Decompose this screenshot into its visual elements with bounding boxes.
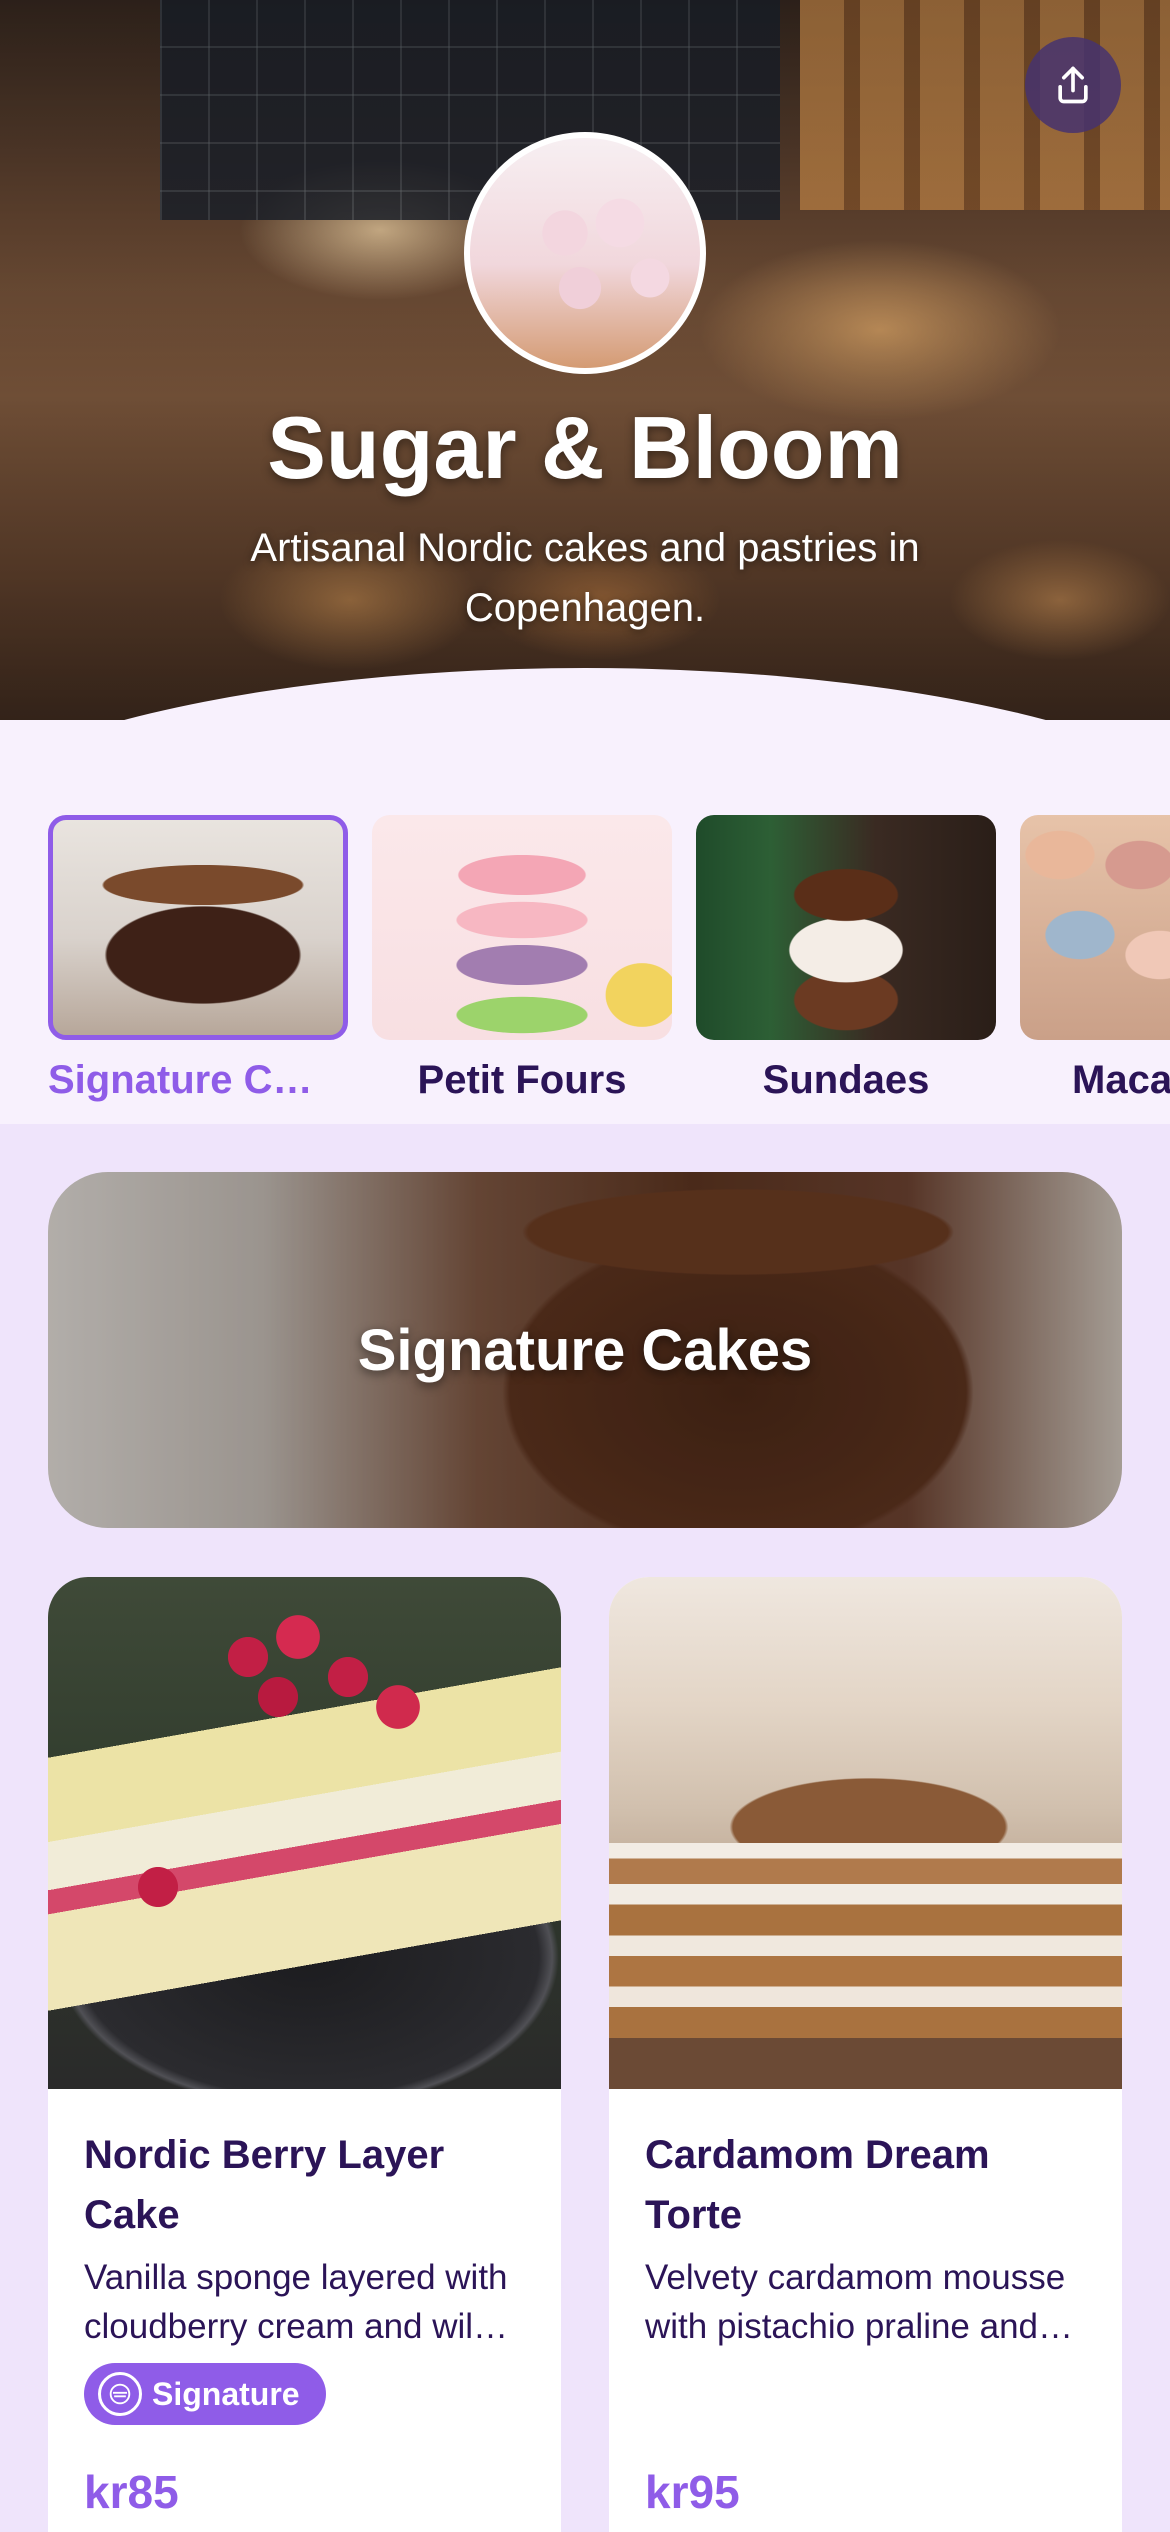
category-item-signature-cakes[interactable]: Signature C… — [48, 815, 348, 1103]
product-card[interactable]: Cardamom Dream Torte Velvety cardamom mo… — [609, 1577, 1122, 2532]
product-image — [609, 1577, 1122, 2089]
product-price: kr95 — [645, 2466, 740, 2518]
category-thumbnail — [696, 815, 996, 1040]
category-thumbnail — [48, 815, 348, 1040]
badge-label: Signature — [152, 2375, 300, 2412]
product-grid: Nordic Berry Layer Cake Vanilla sponge l… — [48, 1577, 1122, 2532]
store-name: Sugar & Bloom — [267, 398, 903, 497]
category-thumbnail — [1020, 815, 1170, 1040]
category-label: Maca — [1072, 1058, 1170, 1102]
product-name: Nordic Berry Layer Cake — [84, 2133, 445, 2237]
share-button[interactable] — [1025, 37, 1121, 133]
category-item-macarons[interactable]: Maca — [1020, 815, 1170, 1103]
category-list: Signature C… Petit Fours Sundaes Maca — [48, 815, 1170, 1103]
store-avatar — [464, 132, 706, 374]
store-tagline: Artisanal Nordic cakes and pastries in C… — [250, 526, 920, 630]
category-item-sundaes[interactable]: Sundaes — [696, 815, 996, 1103]
product-description: Vanilla sponge layered with cloudberry c… — [84, 2258, 509, 2346]
section-banner: Signature Cakes — [48, 1172, 1122, 1528]
product-price: kr85 — [84, 2466, 179, 2518]
product-name: Cardamom Dream Torte — [645, 2133, 990, 2237]
category-label: Sundaes — [762, 1058, 930, 1102]
signature-badge: Signature — [84, 2363, 326, 2425]
product-image — [48, 1577, 561, 2089]
product-description: Velvety cardamom mousse with pistachio p… — [645, 2258, 1074, 2346]
section-title: Signature Cakes — [357, 1317, 813, 1383]
product-card[interactable]: Nordic Berry Layer Cake Vanilla sponge l… — [48, 1577, 561, 2532]
seal-icon — [98, 2372, 142, 2416]
category-item-petit-fours[interactable]: Petit Fours — [372, 815, 672, 1103]
category-thumbnail — [372, 815, 672, 1040]
share-upload-icon — [1058, 66, 1088, 104]
category-label: Signature C… — [48, 1058, 313, 1102]
category-label: Petit Fours — [417, 1058, 627, 1102]
